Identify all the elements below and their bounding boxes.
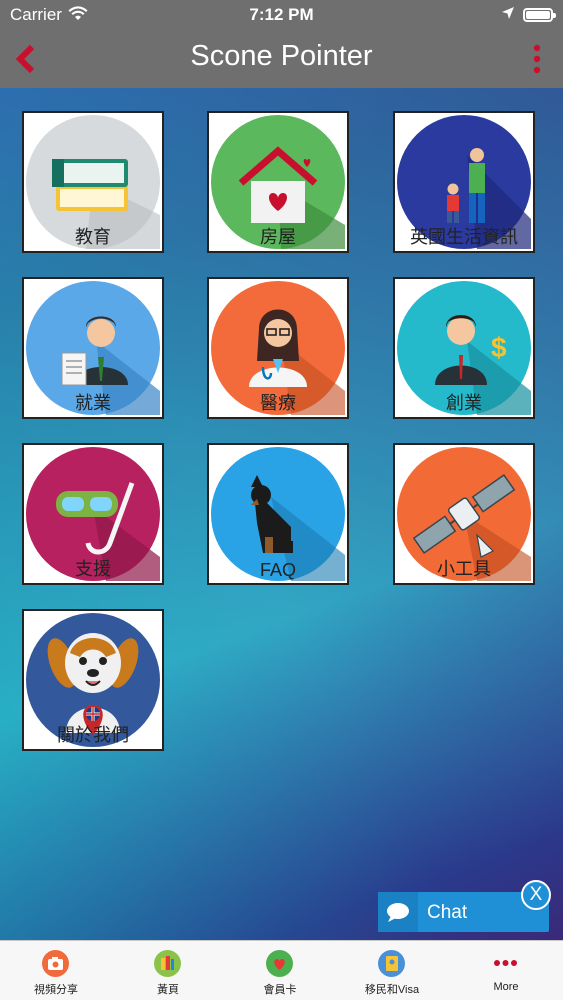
- main-content: 教育 房屋 英國生活資訊 就業 醫療 $ 創業 支援 FAQ 小工具 關於我們: [0, 88, 563, 940]
- battery-icon: [523, 8, 556, 22]
- tile-tools[interactable]: 小工具: [393, 443, 535, 585]
- tab-bar: 視頻分享 黃頁 會員卡 移民和Visa More: [0, 940, 563, 1000]
- nav-bar: Scone Pointer: [0, 30, 563, 88]
- tile-label: 就業: [75, 393, 111, 413]
- tile-entrepreneurship[interactable]: $ 創業: [393, 277, 535, 419]
- camera-icon: [42, 950, 69, 977]
- tile-about-us[interactable]: 關於我們: [22, 609, 164, 751]
- tile-support[interactable]: 支援: [22, 443, 164, 585]
- svg-text:$: $: [491, 332, 507, 363]
- heart-card-icon: [266, 950, 293, 977]
- passport-icon: [378, 950, 405, 977]
- more-menu-button[interactable]: [529, 42, 545, 76]
- status-bar: Carrier 7:12 PM: [0, 0, 563, 30]
- chat-label: Chat: [427, 902, 468, 923]
- tile-label: 支援: [75, 559, 111, 579]
- tile-label: 關於我們: [57, 725, 129, 745]
- location-arrow-icon: [502, 7, 514, 19]
- tile-uk-living-info[interactable]: 英國生活資訊: [393, 111, 535, 253]
- tab-video-share[interactable]: 視頻分享: [0, 941, 112, 1000]
- tile-label: 小工具: [437, 559, 491, 579]
- chat-close-button[interactable]: X: [521, 880, 551, 910]
- tab-yellow-pages[interactable]: 黃頁: [112, 941, 224, 1000]
- tile-label: 醫療: [260, 393, 296, 413]
- tile-label: 英國生活資訊: [410, 227, 518, 247]
- tab-immigration-visa[interactable]: 移民和Visa: [336, 941, 448, 1000]
- tile-label: FAQ: [259, 560, 296, 580]
- tab-label: More: [493, 981, 519, 993]
- tile-faq[interactable]: FAQ: [207, 443, 349, 585]
- tile-label: 房屋: [260, 227, 296, 247]
- tile-label: 創業: [446, 393, 482, 413]
- tab-label: 會員卡: [263, 984, 297, 996]
- tile-label: 教育: [75, 227, 111, 247]
- tile-medical[interactable]: 醫療: [207, 277, 349, 419]
- page-title: Scone Pointer: [190, 40, 373, 72]
- tile-housing[interactable]: 房屋: [207, 111, 349, 253]
- tile-employment[interactable]: 就業: [22, 277, 164, 419]
- more-dots-icon: [492, 950, 519, 977]
- yellow-pages-icon: [154, 950, 181, 977]
- chat-bubble-icon: [378, 892, 418, 932]
- tab-label: 黃頁: [157, 984, 179, 996]
- tile-education[interactable]: 教育: [22, 111, 164, 253]
- tab-label: 移民和Visa: [364, 984, 420, 996]
- tab-member-card[interactable]: 會員卡: [224, 941, 336, 1000]
- tab-more[interactable]: More: [450, 941, 562, 1000]
- clock: 7:12 PM: [249, 5, 314, 24]
- tab-label: 視頻分享: [34, 984, 78, 996]
